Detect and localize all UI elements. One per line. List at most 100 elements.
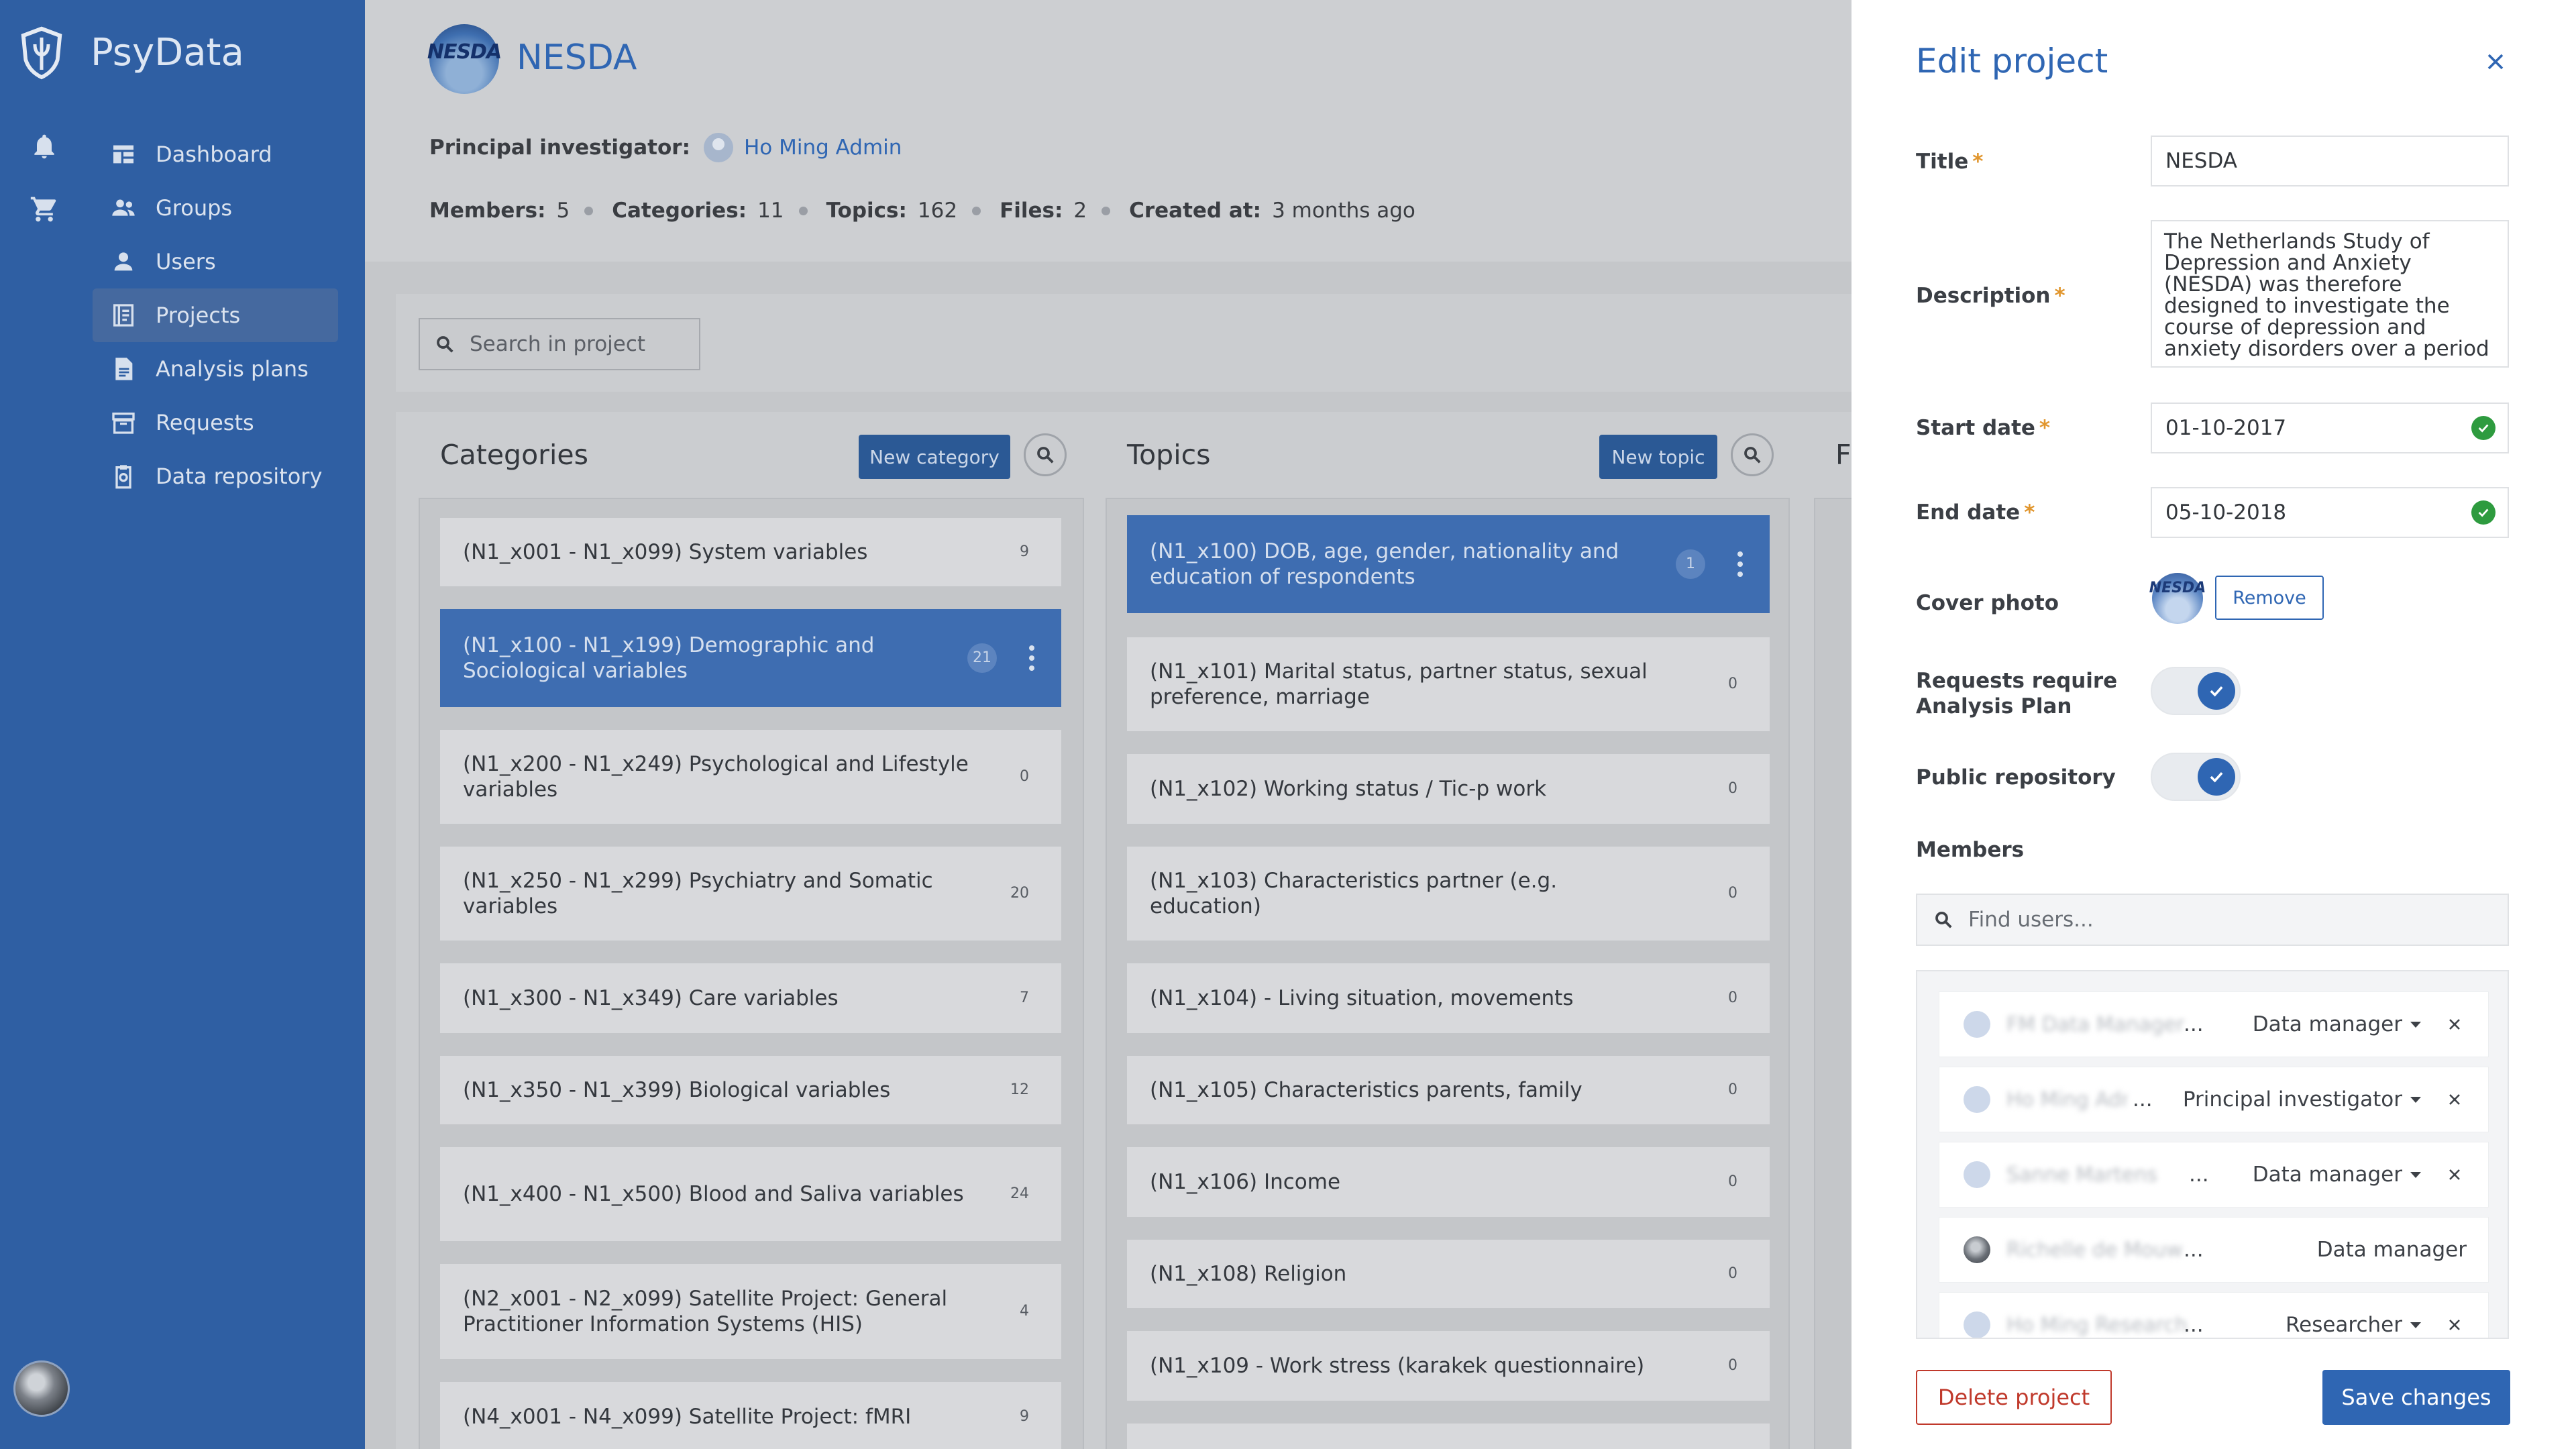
topic-item[interactable] bbox=[1127, 1424, 1770, 1449]
brand-name: PsyData bbox=[91, 31, 244, 74]
topic-search-button[interactable] bbox=[1731, 433, 1774, 476]
find-users-placeholder: Find users... bbox=[1968, 908, 2094, 932]
user-avatar[interactable] bbox=[13, 1360, 70, 1417]
topic-item[interactable]: (N1_x108) Religion 0 bbox=[1127, 1240, 1770, 1308]
brand[interactable] bbox=[16, 23, 67, 82]
save-changes-button[interactable]: Save changes bbox=[2322, 1370, 2510, 1425]
category-item[interactable]: (N2_x001 - N2_x099) Satellite Project: G… bbox=[440, 1264, 1061, 1359]
topic-item[interactable]: (N1_x109 - Work stress (karakek question… bbox=[1127, 1331, 1770, 1401]
remove-cover-button[interactable]: Remove bbox=[2215, 576, 2324, 620]
category-item[interactable]: (N1_x300 - N1_x349) Care variables 7 bbox=[440, 963, 1061, 1033]
close-icon[interactable] bbox=[2447, 1091, 2463, 1108]
pi-name-link[interactable]: Ho Ming Admin bbox=[744, 136, 902, 160]
separator-dot bbox=[1102, 206, 1111, 215]
caret-down-icon[interactable] bbox=[2410, 1171, 2421, 1178]
caret-down-icon[interactable] bbox=[2410, 1096, 2421, 1103]
projects-icon bbox=[113, 304, 133, 327]
sidebar-item-users[interactable]: Users bbox=[93, 235, 338, 288]
sidebar: PsyData Dashboard Groups Users Projects … bbox=[0, 0, 365, 1449]
count-badge: 21 bbox=[967, 643, 997, 673]
user-icon bbox=[114, 252, 133, 271]
end-date-field[interactable]: 05-10-2018 bbox=[2151, 487, 2509, 538]
sidebar-item-requests[interactable]: Requests bbox=[93, 396, 338, 449]
close-icon[interactable] bbox=[2482, 48, 2509, 75]
category-item[interactable]: (N1_x001 - N1_x099) System variables 9 bbox=[440, 518, 1061, 586]
title-label: Title * bbox=[1916, 150, 1984, 174]
more-vertical-icon[interactable] bbox=[1029, 645, 1034, 671]
start-date-field[interactable]: 01-10-2017 bbox=[2151, 402, 2509, 453]
role-select[interactable]: Principal investigator bbox=[2183, 1087, 2402, 1112]
name-ellipsis: ... bbox=[2189, 1163, 2209, 1187]
more-vertical-icon[interactable] bbox=[1737, 551, 1743, 577]
new-category-button[interactable]: New category bbox=[859, 435, 1010, 479]
category-item[interactable]: (N4_x001 - N4_x099) Satellite Project: f… bbox=[440, 1382, 1061, 1449]
count-badge: 4 bbox=[1020, 1303, 1029, 1320]
category-item[interactable]: (N1_x250 - N1_x299) Psychiatry and Somat… bbox=[440, 847, 1061, 941]
end-date-label: End date * bbox=[1916, 500, 2035, 525]
requests-require-plan-label: Requests require Analysis Plan bbox=[1916, 669, 2118, 718]
category-item[interactable]: (N1_x400 - N1_x500) Blood and Saliva var… bbox=[440, 1147, 1061, 1241]
bell-icon[interactable] bbox=[30, 131, 59, 161]
topic-item[interactable]: (N1_x104) - Living situation, movements 0 bbox=[1127, 963, 1770, 1033]
category-search-button[interactable] bbox=[1024, 433, 1067, 476]
project-search-input[interactable]: Search in project bbox=[419, 318, 700, 370]
category-item[interactable]: (N1_x200 - N1_x249) Psychological and Li… bbox=[440, 730, 1061, 824]
count-badge: 0 bbox=[1728, 780, 1737, 797]
project-header: NESDA NESDA Principal investigator: Ho M… bbox=[365, 0, 1851, 262]
delete-project-button[interactable]: Delete project bbox=[1916, 1370, 2112, 1425]
avatar bbox=[1964, 1161, 1990, 1188]
topic-item[interactable]: (N1_x105) Characteristics parents, famil… bbox=[1127, 1056, 1770, 1124]
count-badge: 0 bbox=[1728, 1357, 1737, 1374]
close-icon[interactable] bbox=[2447, 1016, 2463, 1032]
project-panels: Categories New category (N1_x001 - N1_x0… bbox=[396, 412, 1881, 1449]
role-select[interactable]: Data manager bbox=[2253, 1012, 2402, 1036]
stat-label: Created at: bbox=[1129, 199, 1262, 223]
count-badge: 12 bbox=[1010, 1081, 1029, 1098]
caret-down-icon[interactable] bbox=[2410, 1322, 2421, 1328]
title-field[interactable]: NESDA bbox=[2151, 136, 2509, 186]
sidebar-item-dashboard[interactable]: Dashboard bbox=[93, 127, 338, 181]
role-select[interactable]: Data manager bbox=[2253, 1163, 2402, 1187]
start-date-label: Start date * bbox=[1916, 416, 2051, 440]
topic-item[interactable]: (N1_x101) Marital status, partner status… bbox=[1127, 637, 1770, 731]
sidebar-item-groups[interactable]: Groups bbox=[93, 181, 338, 235]
files-title: F bbox=[1835, 439, 1851, 471]
groups-icon bbox=[112, 199, 135, 216]
description-field[interactable]: The Netherlands Study of Depression and … bbox=[2151, 220, 2509, 368]
check-circle-icon bbox=[2471, 416, 2496, 440]
topic-item[interactable]: (N1_x103) Characteristics partner (e.g. … bbox=[1127, 847, 1770, 941]
sidebar-item-label: Requests bbox=[156, 410, 254, 435]
public-repository-toggle[interactable] bbox=[2151, 753, 2241, 801]
member-row: Sanne Martens ... Data manager bbox=[1939, 1142, 2489, 1208]
close-icon[interactable] bbox=[2447, 1167, 2463, 1183]
requests-require-plan-toggle[interactable] bbox=[2151, 667, 2241, 715]
sidebar-item-analysis-plans[interactable]: Analysis plans bbox=[93, 342, 338, 396]
name-ellipsis: ... bbox=[2184, 1238, 2204, 1262]
category-item[interactable]: (N1_x350 - N1_x399) Biological variables… bbox=[440, 1056, 1061, 1124]
topic-item[interactable]: (N1_x106) Income 0 bbox=[1127, 1147, 1770, 1217]
count-badge: 0 bbox=[1728, 1173, 1737, 1190]
category-item[interactable]: (N1_x100 - N1_x199) Demographic and Soci… bbox=[440, 609, 1061, 707]
close-icon[interactable] bbox=[2447, 1317, 2463, 1333]
separator-dot bbox=[798, 206, 808, 215]
caret-down-icon[interactable] bbox=[2410, 1021, 2421, 1028]
members-label: Members bbox=[1916, 838, 2025, 862]
clipboard-icon bbox=[115, 465, 131, 489]
role-select[interactable]: Researcher bbox=[2286, 1313, 2402, 1337]
stat-value: 2 bbox=[1073, 199, 1087, 223]
search-icon bbox=[1037, 447, 1054, 464]
sidebar-item-data-repository[interactable]: Data repository bbox=[93, 449, 338, 503]
cart-icon[interactable] bbox=[30, 195, 59, 224]
new-topic-button[interactable]: New topic bbox=[1599, 435, 1717, 479]
avatar bbox=[703, 133, 733, 162]
topic-item[interactable]: (N1_x102) Working status / Tic-p work 0 bbox=[1127, 754, 1770, 824]
member-row: FM Data Manager ... Data manager bbox=[1939, 991, 2489, 1057]
topic-item[interactable]: (N1_x100) DOB, age, gender, nationality … bbox=[1127, 515, 1770, 613]
count-badge: 0 bbox=[1728, 1081, 1737, 1098]
find-users-input[interactable]: Find users... bbox=[1916, 894, 2509, 946]
member-name: Sanne Martens bbox=[2006, 1163, 2157, 1187]
sidebar-item-label: Projects bbox=[156, 303, 241, 328]
sidebar-item-projects[interactable]: Projects bbox=[93, 288, 338, 342]
count-badge: 9 bbox=[1020, 1408, 1029, 1425]
stat-value: 11 bbox=[757, 199, 784, 223]
